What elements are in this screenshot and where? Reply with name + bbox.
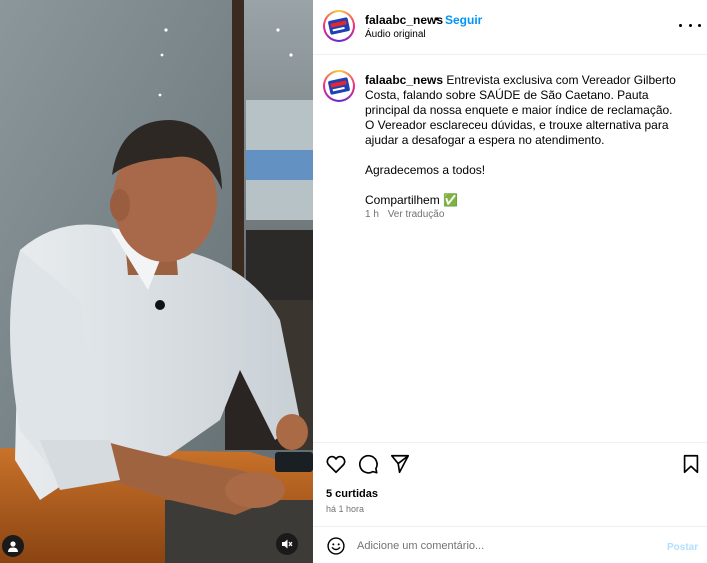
send-icon[interactable] [389, 453, 411, 475]
post-panel: falaabc_news • Seguir Áudio original fal… [313, 0, 707, 563]
user-tag-button[interactable] [2, 535, 24, 557]
caption-age[interactable]: 1 h [365, 209, 379, 220]
video-frame [0, 0, 313, 563]
falaabc-logo-icon [327, 17, 351, 35]
translate-link[interactable]: Ver tradução [388, 209, 445, 220]
post-comment-button[interactable]: Postar [667, 542, 698, 553]
comment-input[interactable] [357, 536, 657, 556]
caption-line-3: Agradecemos a todos! [365, 163, 486, 177]
post-video[interactable] [0, 0, 313, 563]
caption-text: falaabc_news Entrevista exclusiva com Ve… [365, 73, 695, 208]
post-time[interactable]: há 1 hora [326, 504, 364, 514]
user-tag-icon [8, 541, 18, 552]
more-horizontal-icon [679, 23, 682, 27]
comment-bar: Postar [313, 526, 707, 563]
speaker-muted-icon [282, 539, 293, 549]
comment-icon[interactable] [357, 453, 379, 475]
avatar[interactable] [323, 10, 355, 42]
likes-count[interactable]: 5 curtidas [326, 488, 378, 500]
actions-bar: 5 curtidas há 1 hora [313, 442, 707, 526]
mute-toggle-button[interactable] [276, 533, 298, 555]
bookmark-icon[interactable] [680, 453, 702, 475]
post-header: falaabc_news • Seguir Áudio original [313, 0, 707, 55]
caption-avatar[interactable] [323, 70, 355, 102]
separator-dot: • [435, 12, 440, 26]
falaabc-logo-icon [327, 77, 351, 95]
caption-line-4: Compartilhem ✅ [365, 193, 458, 207]
caption-line-2: O Vereador esclareceu dúvidas, e trouxe … [365, 118, 669, 147]
audio-label[interactable]: Áudio original [365, 29, 426, 40]
caption-username[interactable]: falaabc_news [365, 73, 443, 87]
caption-section: falaabc_news Entrevista exclusiva com Ve… [313, 56, 707, 442]
more-options-button[interactable] [679, 18, 701, 32]
emoji-icon[interactable] [326, 536, 346, 556]
heart-icon[interactable] [325, 453, 347, 475]
caption-meta: 1 h Ver tradução [365, 209, 444, 220]
follow-button[interactable]: Seguir [445, 13, 482, 27]
author-username[interactable]: falaabc_news [365, 13, 443, 27]
